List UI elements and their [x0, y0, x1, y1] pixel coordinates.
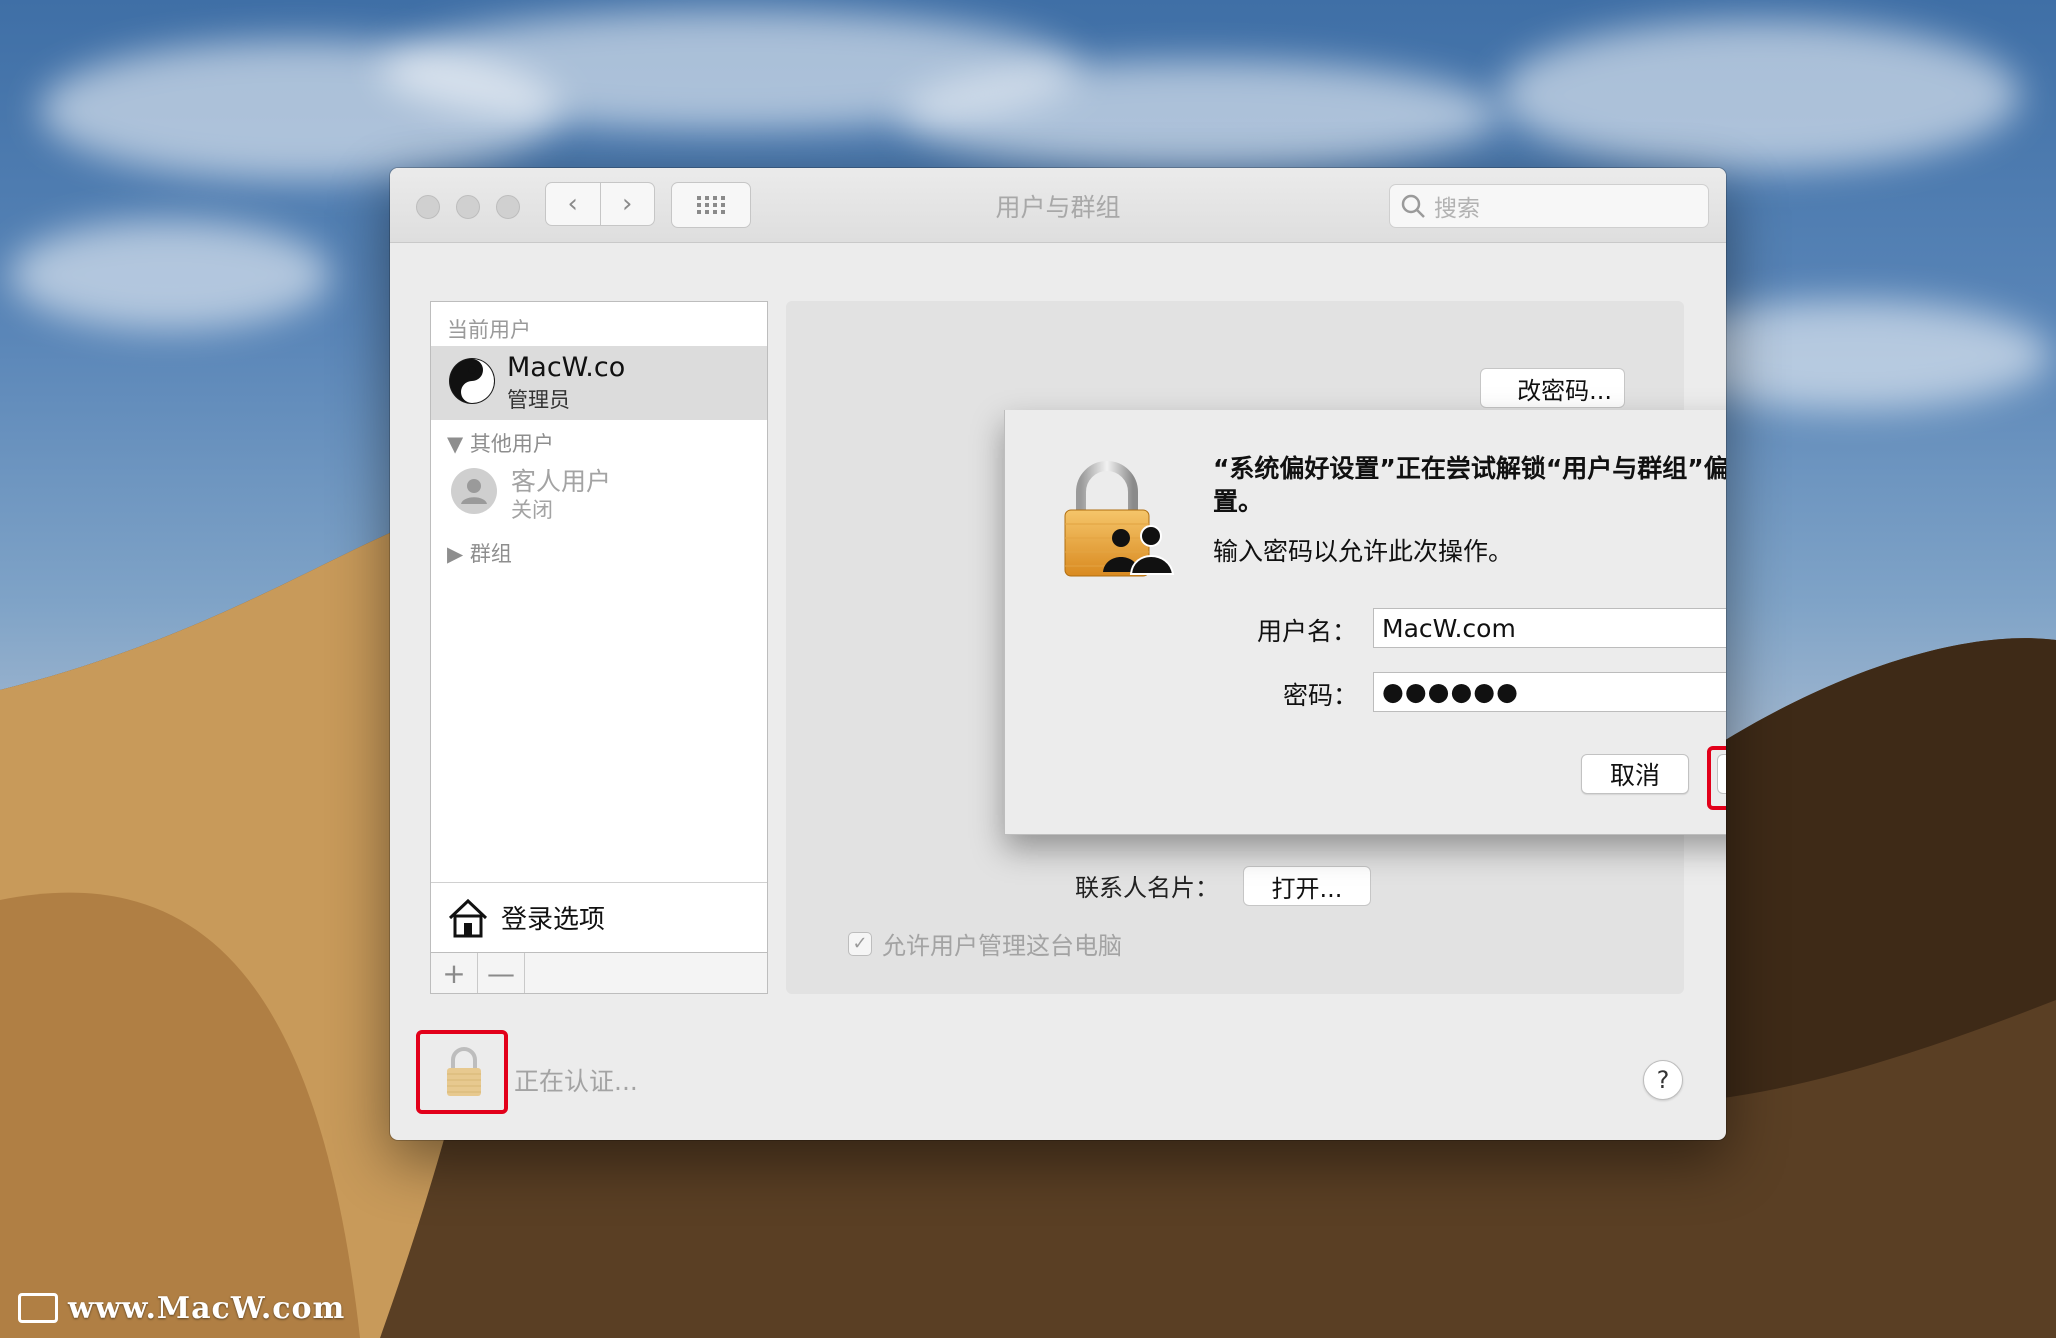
watermark: www.MacW.com [18, 1290, 345, 1326]
username-field[interactable] [1373, 608, 1726, 648]
search-field[interactable]: 搜索 [1389, 184, 1709, 228]
login-options-label: 登录选项 [501, 905, 606, 935]
current-user-item[interactable]: MacW.co 管理员 [431, 346, 767, 420]
other-users-header[interactable]: ▼ 其他用户 [447, 428, 554, 458]
disclosure-closed-icon: ▶ [447, 542, 464, 566]
users-sidebar: 当前用户 MacW.co 管理员 ▼ 其他用户 客人用户 关闭 ▶ 群组 登录选… [430, 301, 768, 994]
search-placeholder: 搜索 [1434, 196, 1480, 222]
dialog-title: “系统偏好设置”正在尝试解锁“用户与群组”偏好设置。 [1213, 454, 1726, 516]
unlock-dialog: “系统偏好设置”正在尝试解锁“用户与群组”偏好设置。 输入密码以允许此次操作。 … [1004, 410, 1726, 835]
guest-user-status: 关闭 [511, 498, 553, 522]
minus-icon: — [487, 956, 515, 990]
cancel-button[interactable]: 取消 [1581, 754, 1689, 794]
auth-status-text: 正在认证... [514, 1067, 638, 1096]
dialog-subtitle: 输入密码以允许此次操作。 [1213, 537, 1514, 566]
yin-yang-icon [450, 359, 494, 403]
sidebar-toolbar: + — [431, 952, 767, 993]
monitor-icon [18, 1293, 58, 1323]
other-users-label: 其他用户 [469, 432, 554, 456]
password-label: 密码： [1283, 681, 1359, 710]
allow-admin-row[interactable]: ✓ 允许用户管理这台电脑 [848, 926, 1122, 961]
lock-icon [447, 1047, 481, 1096]
checkmark-icon: ✓ [852, 933, 868, 954]
login-options-item[interactable]: 登录选项 [431, 882, 767, 952]
search-icon [1401, 194, 1425, 218]
watermark-text: www.MacW.com [68, 1290, 346, 1326]
remove-user-button[interactable]: — [478, 953, 525, 993]
change-password-button[interactable]: 改密码... [1480, 368, 1625, 408]
groups-label: 群组 [469, 542, 512, 566]
allow-admin-label: 允许用户管理这台电脑 [882, 932, 1122, 960]
title-bar: ‹ › 用户与群组 搜索 [390, 168, 1726, 243]
add-user-button[interactable]: + [431, 953, 478, 993]
contact-card-label: 联系人名片： [1075, 874, 1219, 902]
current-user-role: 管理员 [507, 388, 570, 412]
lock-users-icon [1064, 461, 1175, 577]
allow-admin-checkbox[interactable]: ✓ [848, 931, 872, 956]
house-icon [448, 898, 488, 937]
guest-user-name[interactable]: 客人用户 [511, 462, 611, 498]
open-contact-button[interactable]: 打开... [1243, 866, 1371, 906]
help-button[interactable]: ? [1643, 1060, 1683, 1100]
lock-button[interactable] [416, 1030, 508, 1114]
groups-item[interactable]: ▶ 群组 [447, 538, 512, 568]
plus-icon: + [442, 956, 466, 990]
guest-avatar [451, 468, 497, 514]
current-users-header: 当前用户 [447, 318, 531, 342]
unlock-button[interactable]: 解锁 [1717, 754, 1726, 794]
username-label: 用户名： [1257, 617, 1358, 646]
disclosure-open-icon: ▼ [447, 432, 464, 456]
avatar [449, 358, 495, 404]
person-icon [461, 479, 487, 504]
users-groups-window: ‹ › 用户与群组 搜索 当前用户 MacW.co 管理员 ▼ 其他用户 客人用… [390, 168, 1726, 1140]
password-field[interactable]: ●●●●●● [1373, 672, 1726, 712]
current-user-name: MacW.co [507, 352, 626, 383]
